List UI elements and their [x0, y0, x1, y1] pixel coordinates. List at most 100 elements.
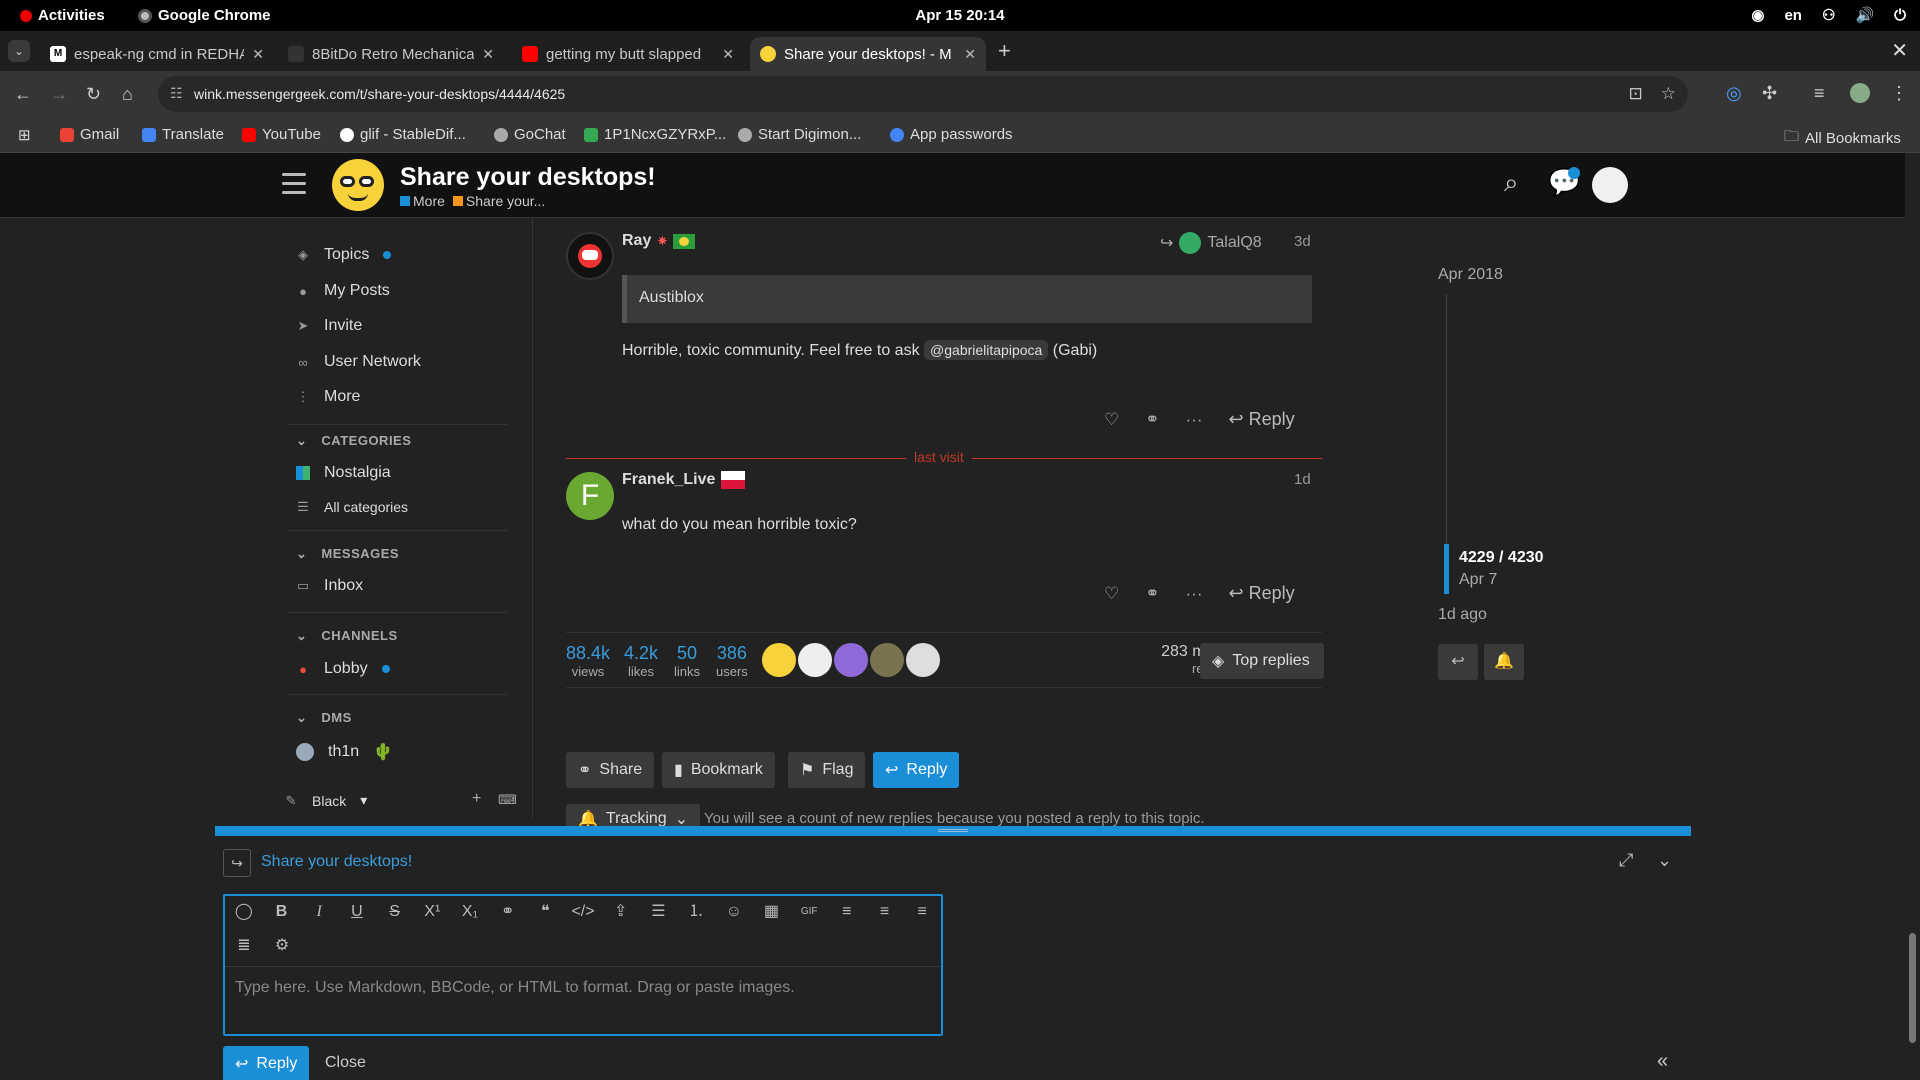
timeline-handle[interactable]	[1444, 544, 1449, 594]
bookmark-translate[interactable]: Translate	[142, 126, 224, 143]
site-info-icon[interactable]: ☷	[170, 85, 183, 102]
bookmark-glif[interactable]: glif - StableDif...	[340, 126, 466, 143]
sidebar-item-topics[interactable]: ◈ Topics	[296, 246, 392, 264]
media-icon[interactable]: ≡	[1814, 83, 1825, 104]
composer-textarea[interactable]: Type here. Use Markdown, BBCode, or HTML…	[225, 966, 941, 1034]
timeline-notification-button[interactable]: 🔔	[1484, 644, 1524, 680]
sidebar-item-nostalgia[interactable]: Nostalgia	[296, 464, 391, 482]
user-avatar[interactable]	[1592, 167, 1628, 203]
page-scrollbar[interactable]	[1905, 153, 1920, 1080]
like-icon[interactable]: ♡	[1104, 410, 1119, 430]
avatar[interactable]: F	[566, 472, 614, 520]
avatar[interactable]	[762, 643, 796, 677]
address-bar[interactable]: ☷ wink.messengergeek.com/t/share-your-de…	[158, 76, 1688, 112]
emoji-icon[interactable]: ☺	[715, 896, 753, 928]
stat-links[interactable]: 50 links	[674, 643, 700, 679]
search-icon[interactable]: ⌕	[1504, 167, 1519, 199]
keyboard-icon[interactable]: ⌨	[498, 792, 517, 808]
post-date[interactable]: 3d	[1294, 233, 1311, 250]
timeline-end-date[interactable]: 1d ago	[1438, 606, 1487, 624]
extensions-puzzle-icon[interactable]: ✣	[1762, 83, 1777, 104]
forward-icon[interactable]: →	[50, 84, 68, 105]
new-tab-button[interactable]: +	[998, 38, 1011, 64]
install-icon[interactable]: ⊡	[1629, 84, 1643, 104]
superscript-icon[interactable]: X¹	[413, 896, 451, 928]
reply-to[interactable]: ↪ TalalQ8	[1160, 232, 1262, 254]
close-tab-icon[interactable]: ✕	[964, 46, 976, 63]
category-share[interactable]: Share your...	[452, 193, 545, 209]
bookmark-button[interactable]: ▮ Bookmark	[662, 752, 775, 788]
quote-icon[interactable]: ❝	[527, 896, 565, 928]
align-center-icon[interactable]: ≡	[866, 896, 904, 928]
bookmark-gochat[interactable]: GoChat	[494, 126, 566, 143]
avatar[interactable]	[566, 232, 614, 280]
tab-youtube[interactable]: getting my butt slapped ✕	[512, 37, 744, 71]
tab-8bitdo[interactable]: 8BitDo Retro Mechanical ✕	[278, 37, 504, 71]
hamburger-menu-icon[interactable]	[282, 173, 306, 200]
gif-icon[interactable]: GIF	[790, 896, 828, 928]
avatar[interactable]	[798, 643, 832, 677]
post-date[interactable]: 1d	[1294, 471, 1311, 488]
more-icon[interactable]: ···	[1186, 584, 1203, 604]
sidebar-item-user-network[interactable]: ∞ User Network	[296, 353, 421, 371]
timeline-scroller[interactable]	[1446, 294, 1447, 544]
collapse-preview-icon[interactable]: «	[1657, 1050, 1668, 1073]
underline-icon[interactable]: U	[338, 896, 376, 928]
language-indicator[interactable]: en	[1784, 7, 1802, 24]
section-categories[interactable]: ⌄ CATEGORIES	[296, 433, 411, 449]
all-bookmarks[interactable]: 🗀 All Bookmarks	[1784, 126, 1901, 151]
calendar-icon[interactable]: ▦	[753, 896, 791, 928]
close-tab-icon[interactable]: ✕	[722, 46, 734, 63]
home-icon[interactable]: ⌂	[122, 84, 133, 105]
composer-resize-grip[interactable]	[938, 829, 968, 832]
section-channels[interactable]: ⌄ CHANNELS	[296, 628, 398, 644]
avatar[interactable]	[906, 643, 940, 677]
avatar[interactable]	[834, 643, 868, 677]
apps-icon[interactable]: ⊞	[18, 126, 31, 144]
like-icon[interactable]: ♡	[1104, 584, 1119, 604]
back-icon[interactable]: ←	[14, 84, 32, 105]
site-logo[interactable]	[332, 159, 384, 211]
more-icon[interactable]: ···	[1186, 410, 1203, 430]
flag-button[interactable]: ⚑ Flag	[788, 752, 866, 788]
bold-icon[interactable]: B	[263, 896, 301, 928]
bookmark-gmail[interactable]: Gmail	[60, 126, 119, 143]
page-title[interactable]: Share your desktops!	[400, 163, 656, 192]
section-messages[interactable]: ⌄ MESSAGES	[296, 546, 399, 562]
fullscreen-icon[interactable]: ⤢	[1619, 850, 1633, 871]
network-icon[interactable]: ⚇	[1822, 6, 1835, 24]
extension-icon[interactable]: ◎	[1726, 83, 1742, 104]
avatar[interactable]	[870, 643, 904, 677]
timeline-start-date[interactable]: Apr 2018	[1438, 266, 1503, 284]
add-icon[interactable]: +	[472, 790, 481, 808]
category-more[interactable]: More	[400, 193, 445, 209]
strikethrough-icon[interactable]: S	[376, 896, 414, 928]
system-tray[interactable]: ◉ en ⚇ 🔊 ⏻	[1751, 6, 1906, 25]
subscript-icon[interactable]: X₁	[451, 896, 489, 928]
minimize-icon[interactable]: ⌄	[1657, 850, 1672, 871]
link-icon[interactable]: ⚭	[489, 896, 527, 928]
composer-topic-title[interactable]: Share your desktops!	[261, 853, 412, 871]
window-close-icon[interactable]: ✕	[1891, 38, 1908, 63]
menu-icon[interactable]: ⋮	[1890, 83, 1908, 104]
tab-share-desktops[interactable]: Share your desktops! - M ✕	[750, 37, 986, 71]
upload-icon[interactable]: ⇪	[602, 896, 640, 928]
align-left-icon[interactable]: ≡	[828, 896, 866, 928]
italic-icon[interactable]: I	[300, 896, 338, 928]
link-icon[interactable]: ⚭	[1145, 410, 1159, 430]
sidebar-item-inbox[interactable]: ▭ Inbox	[296, 577, 363, 595]
sidebar-item-lobby[interactable]: ● Lobby	[296, 660, 390, 678]
bookmark-digimon[interactable]: Start Digimon...	[738, 126, 861, 143]
bookmark-drive[interactable]: 1P1NcxGZYRxP...	[584, 126, 726, 143]
speech-bubble-icon[interactable]: ◯	[225, 896, 263, 928]
sidebar-item-all-categories[interactable]: ☰ All categories	[296, 499, 408, 515]
clock[interactable]: Apr 15 20:14	[0, 7, 1920, 24]
link-icon[interactable]: ⚭	[1145, 584, 1159, 604]
close-tab-icon[interactable]: ✕	[482, 46, 494, 63]
sidebar-item-dm-th1n[interactable]: th1n 🌵	[296, 742, 393, 762]
code-icon[interactable]: </>	[564, 896, 602, 928]
reload-icon[interactable]: ↻	[86, 84, 101, 105]
section-dms[interactable]: ⌄ DMS	[296, 710, 352, 726]
top-replies-button[interactable]: ◈ Top replies	[1200, 643, 1324, 679]
post-username[interactable]: Ray ✷	[622, 232, 696, 250]
